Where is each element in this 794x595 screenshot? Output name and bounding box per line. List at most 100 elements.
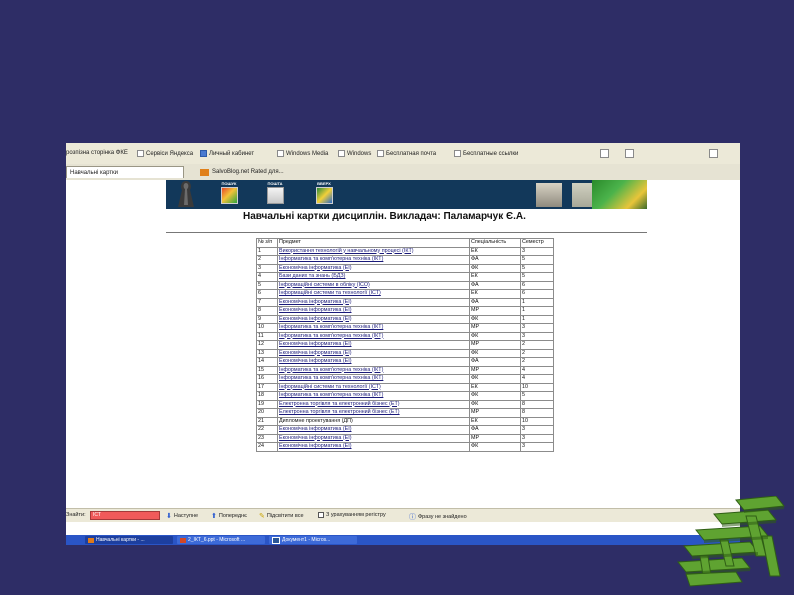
- row-number-cell: 20: [256, 408, 278, 418]
- screenshot-window: розпізна сторінка ФКЕ Сервіси Яндекса Ли…: [66, 143, 740, 545]
- specialty-cell: ФА: [469, 357, 521, 367]
- subject-link[interactable]: Інформатика та комп'ютерна техніка (ІКТ): [279, 324, 383, 330]
- semester-cell: 8: [520, 399, 554, 409]
- tab-label: SalvoBlog.net Rated для...: [212, 169, 284, 175]
- semester-cell: 5: [520, 272, 554, 282]
- mail-icon: [266, 187, 284, 204]
- specialty-cell: ФК: [469, 331, 521, 341]
- status-area: [66, 522, 740, 535]
- table-row: 9 Економічна інформатика (ЕІ) ФК 1: [256, 314, 554, 324]
- subject-link[interactable]: Інформаційні системи в обліку (ІСО): [279, 282, 370, 288]
- subject-link[interactable]: Електронна торгівля та електронний бізне…: [279, 401, 400, 407]
- rss-icon: [200, 168, 209, 176]
- table-row: 4 Бази даних та знань (БДЗ) ЕК 5: [256, 272, 554, 282]
- favorite-label: Бесплатные ссылки: [463, 150, 519, 157]
- subject-link[interactable]: Інформатика та комп'ютерна техніка (ІКТ): [279, 333, 383, 339]
- find-input[interactable]: ІСТ: [90, 511, 160, 520]
- highlight-all-label: Підсвітити все: [266, 513, 304, 519]
- subject-link[interactable]: Економічна інформатика (ЕІ): [279, 316, 352, 322]
- subject-link[interactable]: Економічна інформатика (ЕІ): [279, 443, 352, 449]
- match-case-label: З урахуванням регістру: [326, 512, 386, 518]
- subject-cell: Інформатика та комп'ютерна техніка (ІКТ): [277, 374, 470, 384]
- favorite-link[interactable]: Бесплатная почта: [377, 150, 436, 157]
- nav-search[interactable]: ПОШУК: [214, 181, 244, 204]
- favorite-link[interactable]: Бесплатные ссылки: [454, 150, 518, 157]
- subject-link[interactable]: Економічна інформатика (ЕІ): [279, 307, 352, 313]
- tab-label: Навчальні картки: [70, 169, 119, 176]
- subject-link[interactable]: Інформатика та комп'ютерна техніка (ІКТ): [279, 375, 383, 381]
- table-row: 20 Електронна торгівля та електронний біз…: [256, 408, 554, 418]
- specialty-cell: ФА: [469, 425, 521, 435]
- subject-link[interactable]: Інформатика та комп'ютерна техніка (ІКТ): [279, 367, 383, 373]
- column-header: № з/п: [256, 238, 278, 248]
- taskbar-item-browser[interactable]: Навчальні картки - ...: [85, 536, 173, 544]
- tab-study-cards[interactable]: Навчальні картки: [66, 166, 184, 178]
- specialty-cell: МР: [469, 365, 521, 375]
- subject-cell: Економічна інформатика (ЕІ): [277, 433, 470, 443]
- subject-link[interactable]: Інформатика та комп'ютерна техніка (ІКТ): [279, 392, 383, 398]
- arrow-up-icon: ⬆: [211, 513, 217, 520]
- subject-cell: Інформаційні системи та технології (ІСТ): [277, 289, 470, 299]
- page-icon: [277, 150, 284, 157]
- subject-link[interactable]: Інформаційні системи та технології (ІСТ): [279, 290, 381, 296]
- subject-cell: Інформаційні системи в обліку (ІСО): [277, 280, 470, 290]
- favorite-link[interactable]: розпізна сторінка ФКЕ: [66, 150, 128, 156]
- favorite-label: Windows: [347, 150, 372, 157]
- subject-link[interactable]: Економічна інформатика (ЕІ): [279, 435, 352, 441]
- favorite-link[interactable]: Личный кабинет: [200, 150, 254, 157]
- nav-label: ПОШУК: [221, 181, 237, 186]
- subject-link[interactable]: Економічна інформатика (ЕІ): [279, 426, 352, 432]
- row-number-cell: 4: [256, 272, 278, 282]
- page-icon: [377, 150, 384, 157]
- semester-cell: 1: [520, 306, 554, 316]
- taskbar-item-powerpoint[interactable]: 2_ІКТ_6.ppt - Microsoft ...: [177, 536, 265, 544]
- tab-salvoblog[interactable]: SalvoBlog.net Rated для...: [197, 166, 337, 178]
- specialty-cell: ЕК: [469, 246, 521, 256]
- favorite-link[interactable]: Windows Media: [277, 150, 328, 157]
- page-icon: [454, 150, 461, 157]
- subject-link[interactable]: Економічна інформатика (ЕІ): [279, 350, 352, 356]
- subject-link[interactable]: Бази даних та знань (БДЗ): [279, 273, 345, 279]
- table-row: 17 Інформаційні системи та технології (ІС…: [256, 382, 554, 392]
- find-input-wrap[interactable]: ІСТ: [90, 511, 160, 520]
- match-case-checkbox[interactable]: З урахуванням регістру: [318, 512, 386, 518]
- subject-link[interactable]: Економічна інформатика (ЕІ): [279, 299, 352, 305]
- find-status-label: Фразу не знайдено: [418, 514, 467, 520]
- subject-cell: Економічна інформатика (ЕІ): [277, 442, 470, 452]
- row-number-cell: 12: [256, 340, 278, 350]
- subject-link[interactable]: Економічна інформатика (ЕІ): [279, 341, 352, 347]
- subject-link[interactable]: Інформаційні системи та технології (ІСТ): [279, 384, 381, 390]
- specialty-cell: ФК: [469, 374, 521, 384]
- table-row: 22 Економічна інформатика (ЕІ) ФА 3: [256, 425, 554, 435]
- table-row: 5 Інформаційні системи в обліку (ІСО) ФА 6: [256, 280, 554, 290]
- subject-link[interactable]: Економічна інформатика (ЕІ): [279, 265, 352, 271]
- specialty-cell: ФК: [469, 391, 521, 401]
- favorite-link[interactable]: Сервіси Яндекса: [137, 150, 193, 157]
- info-icon: ⓘ: [409, 514, 416, 521]
- subject-cell: Економічна інформатика (ЕІ): [277, 348, 470, 358]
- favorite-label: Бесплатная почта: [386, 150, 437, 157]
- subject-cell: Економічна інформатика (ЕІ): [277, 306, 470, 316]
- nav-mail[interactable]: ПОШТА: [260, 181, 290, 204]
- taskbar-label: 2_ІКТ_6.ppt - Microsoft ...: [188, 537, 246, 543]
- subject-link[interactable]: Економічна інформатика (ЕІ): [279, 358, 352, 364]
- favorite-link[interactable]: Windows: [338, 150, 371, 157]
- subject-link[interactable]: Електронна торгівля та електронний бізне…: [279, 409, 400, 415]
- table-row: 11 Інформатика та комп'ютерна техніка (ІК…: [256, 331, 554, 341]
- find-next-button[interactable]: ⬇ Наступне: [166, 512, 198, 520]
- table-row: 6 Інформаційні системи та технології (ІСТ…: [256, 289, 554, 299]
- row-number-cell: 8: [256, 306, 278, 316]
- row-number-cell: 24: [256, 442, 278, 452]
- subject-cell: Економічна інформатика (ЕІ): [277, 263, 470, 273]
- nav-up[interactable]: ВВЕРХ: [309, 181, 339, 204]
- table-header-row: № з/п Предмет Спеціальність Семестр: [256, 238, 554, 248]
- find-prev-button[interactable]: ⬆ Попереднє: [211, 512, 247, 520]
- word-icon: [272, 536, 280, 544]
- taskbar-item-word[interactable]: Документ1 - Micros...: [269, 536, 357, 544]
- subject-link[interactable]: Інформатика та комп'ютерна техніка (ІКТ): [279, 256, 383, 262]
- highlight-all-button[interactable]: ✎ Підсвітити все: [259, 512, 304, 520]
- subject-link[interactable]: Використання технологій у навчальному пр…: [279, 248, 414, 254]
- table-row: 1 Використання технологій у навчальному п…: [256, 246, 554, 256]
- subject-cell: Економічна інформатика (ЕІ): [277, 340, 470, 350]
- find-label: Знайти:: [66, 512, 86, 518]
